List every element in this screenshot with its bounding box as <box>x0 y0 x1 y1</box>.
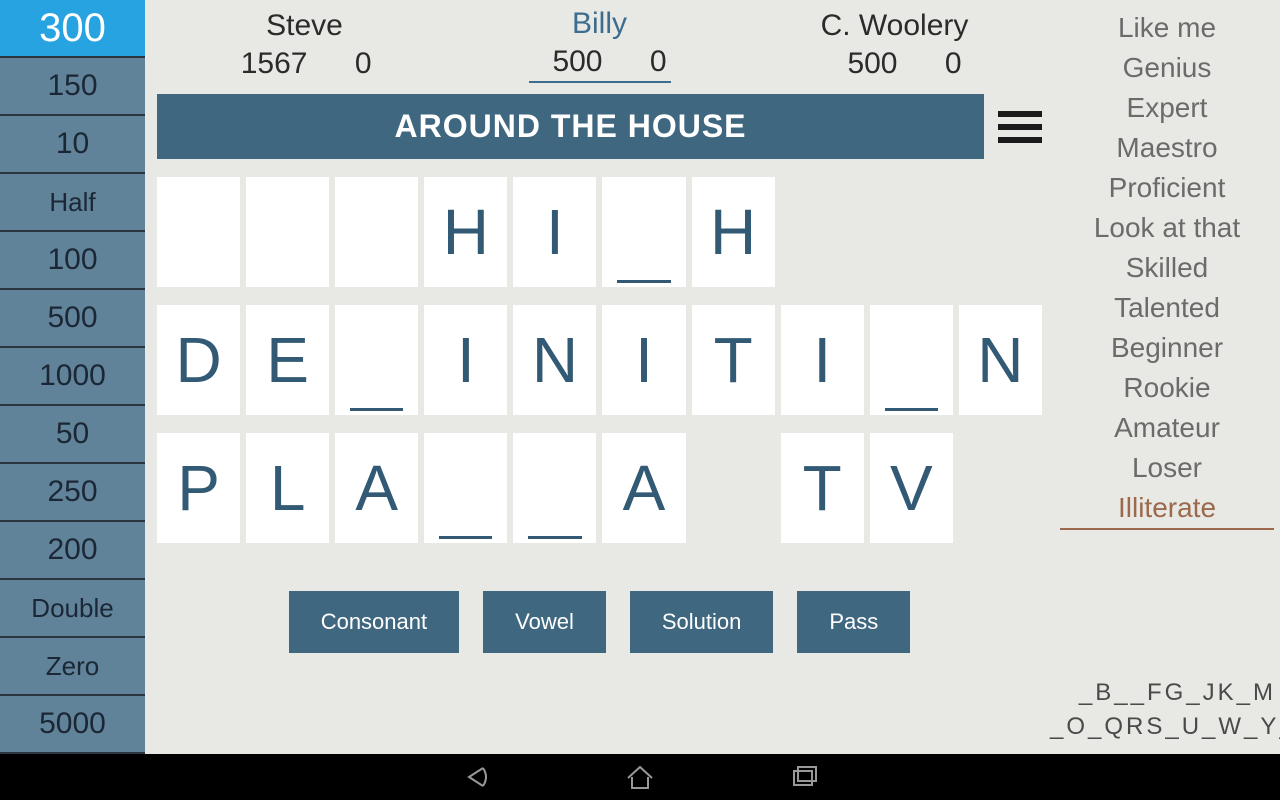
tile-1-9: N <box>959 305 1042 415</box>
tile-0-6: H <box>692 177 775 287</box>
rank-item-10[interactable]: Amateur <box>1060 408 1274 448</box>
category-bar: AROUND THE HOUSE <box>157 94 984 159</box>
tile-1-0: D <box>157 305 240 415</box>
main-area: Steve 1567 0 Billy 500 0 C. Woolery 500 0 AROUND… <box>145 0 1050 754</box>
puzzle-board: HIHDEINITINPLAATV <box>157 177 1042 561</box>
wheel-cell-8[interactable]: 250 <box>0 464 145 522</box>
tile-0-3: H <box>424 177 507 287</box>
score-total: 500 <box>828 47 898 81</box>
player-2[interactable]: C. Woolery 500 0 <box>747 0 1042 90</box>
rank-item-7[interactable]: Talented <box>1060 288 1274 328</box>
tile-2-1: L <box>246 433 329 543</box>
rank-item-5[interactable]: Look at that <box>1060 208 1274 248</box>
tile-2-4 <box>513 433 596 543</box>
home-icon[interactable] <box>623 762 657 792</box>
player-name: Billy <box>572 7 627 41</box>
recent-apps-icon[interactable] <box>787 762 821 792</box>
pass-button[interactable]: Pass <box>797 591 910 653</box>
wheel-cell-2[interactable]: 10 <box>0 116 145 174</box>
letters-remaining: _B__FG_JK_M _O_QRS_U_W_Y_ <box>1050 676 1276 744</box>
player-0[interactable]: Steve 1567 0 <box>157 0 452 90</box>
tile-2-0: P <box>157 433 240 543</box>
solution-button[interactable]: Solution <box>630 591 774 653</box>
tile-2-8: V <box>870 433 953 543</box>
rank-item-9[interactable]: Rookie <box>1060 368 1274 408</box>
tile-2-5: A <box>602 433 685 543</box>
tile-0-8 <box>870 177 953 287</box>
player-scores: 1567 0 <box>238 47 372 81</box>
tile-2-3 <box>424 433 507 543</box>
rank-item-3[interactable]: Maestro <box>1060 128 1274 168</box>
tile-1-8 <box>870 305 953 415</box>
tile-1-2 <box>335 305 418 415</box>
score-total: 1567 <box>238 47 308 81</box>
wheel-cell-0[interactable]: 300 <box>0 0 145 58</box>
wheel-cell-11[interactable]: Zero <box>0 638 145 696</box>
tile-1-7: I <box>781 305 864 415</box>
action-row: Consonant Vowel Solution Pass <box>157 591 1042 653</box>
wheel-cell-7[interactable]: 50 <box>0 406 145 464</box>
tile-0-9 <box>959 177 1042 287</box>
android-navbar <box>0 754 1280 800</box>
tile-2-6 <box>692 433 775 543</box>
tile-0-7 <box>781 177 864 287</box>
rank-item-4[interactable]: Proficient <box>1060 168 1274 208</box>
letters-remaining-line2: _O_QRS_U_W_Y_ <box>1050 710 1276 744</box>
wheel-column: 30015010Half100500100050250200DoubleZero… <box>0 0 145 754</box>
board-row-1: DEINITIN <box>157 305 1042 415</box>
menu-icon[interactable] <box>998 105 1042 149</box>
rank-item-2[interactable]: Expert <box>1060 88 1274 128</box>
wheel-cell-5[interactable]: 500 <box>0 290 145 348</box>
wheel-cell-3[interactable]: Half <box>0 174 145 232</box>
consonant-button[interactable]: Consonant <box>289 591 459 653</box>
players-row: Steve 1567 0 Billy 500 0 C. Woolery 500 0 <box>157 0 1042 90</box>
rank-item-0[interactable]: Like me <box>1060 8 1274 48</box>
tile-0-0 <box>157 177 240 287</box>
board-row-2: PLAATV <box>157 433 1042 543</box>
rank-item-12[interactable]: Illiterate <box>1060 488 1274 530</box>
tile-2-7: T <box>781 433 864 543</box>
wheel-cell-4[interactable]: 100 <box>0 232 145 290</box>
player-name: Steve <box>266 9 343 43</box>
tile-1-6: T <box>692 305 775 415</box>
player-name: C. Woolery <box>821 9 969 43</box>
wheel-cell-9[interactable]: 200 <box>0 522 145 580</box>
player-scores: 500 0 <box>828 47 962 81</box>
score-round: 0 <box>912 47 962 81</box>
player-1[interactable]: Billy 500 0 <box>452 0 747 90</box>
wheel-cell-6[interactable]: 1000 <box>0 348 145 406</box>
tile-0-1 <box>246 177 329 287</box>
tile-2-2: A <box>335 433 418 543</box>
score-round: 0 <box>322 47 372 81</box>
wheel-cell-10[interactable]: Double <box>0 580 145 638</box>
score-round: 0 <box>617 45 667 79</box>
wheel-cell-12[interactable]: 5000 <box>0 696 145 754</box>
wheel-cell-1[interactable]: 150 <box>0 58 145 116</box>
board-row-0: HIH <box>157 177 1042 287</box>
rank-item-11[interactable]: Loser <box>1060 448 1274 488</box>
tile-1-1: E <box>246 305 329 415</box>
rank-item-6[interactable]: Skilled <box>1060 248 1274 288</box>
rank-item-1[interactable]: Genius <box>1060 48 1274 88</box>
tile-1-4: N <box>513 305 596 415</box>
score-total: 500 <box>533 45 603 79</box>
tile-0-5 <box>602 177 685 287</box>
letters-remaining-line1: _B__FG_JK_M <box>1050 676 1276 710</box>
rank-column: Like meGeniusExpertMaestroProficientLook… <box>1050 0 1280 754</box>
tile-1-3: I <box>424 305 507 415</box>
rank-item-8[interactable]: Beginner <box>1060 328 1274 368</box>
player-scores: 500 0 <box>529 45 671 83</box>
tile-0-4: I <box>513 177 596 287</box>
vowel-button[interactable]: Vowel <box>483 591 606 653</box>
tile-1-5: I <box>602 305 685 415</box>
tile-2-9 <box>959 433 1042 543</box>
back-icon[interactable] <box>459 762 493 792</box>
tile-0-2 <box>335 177 418 287</box>
